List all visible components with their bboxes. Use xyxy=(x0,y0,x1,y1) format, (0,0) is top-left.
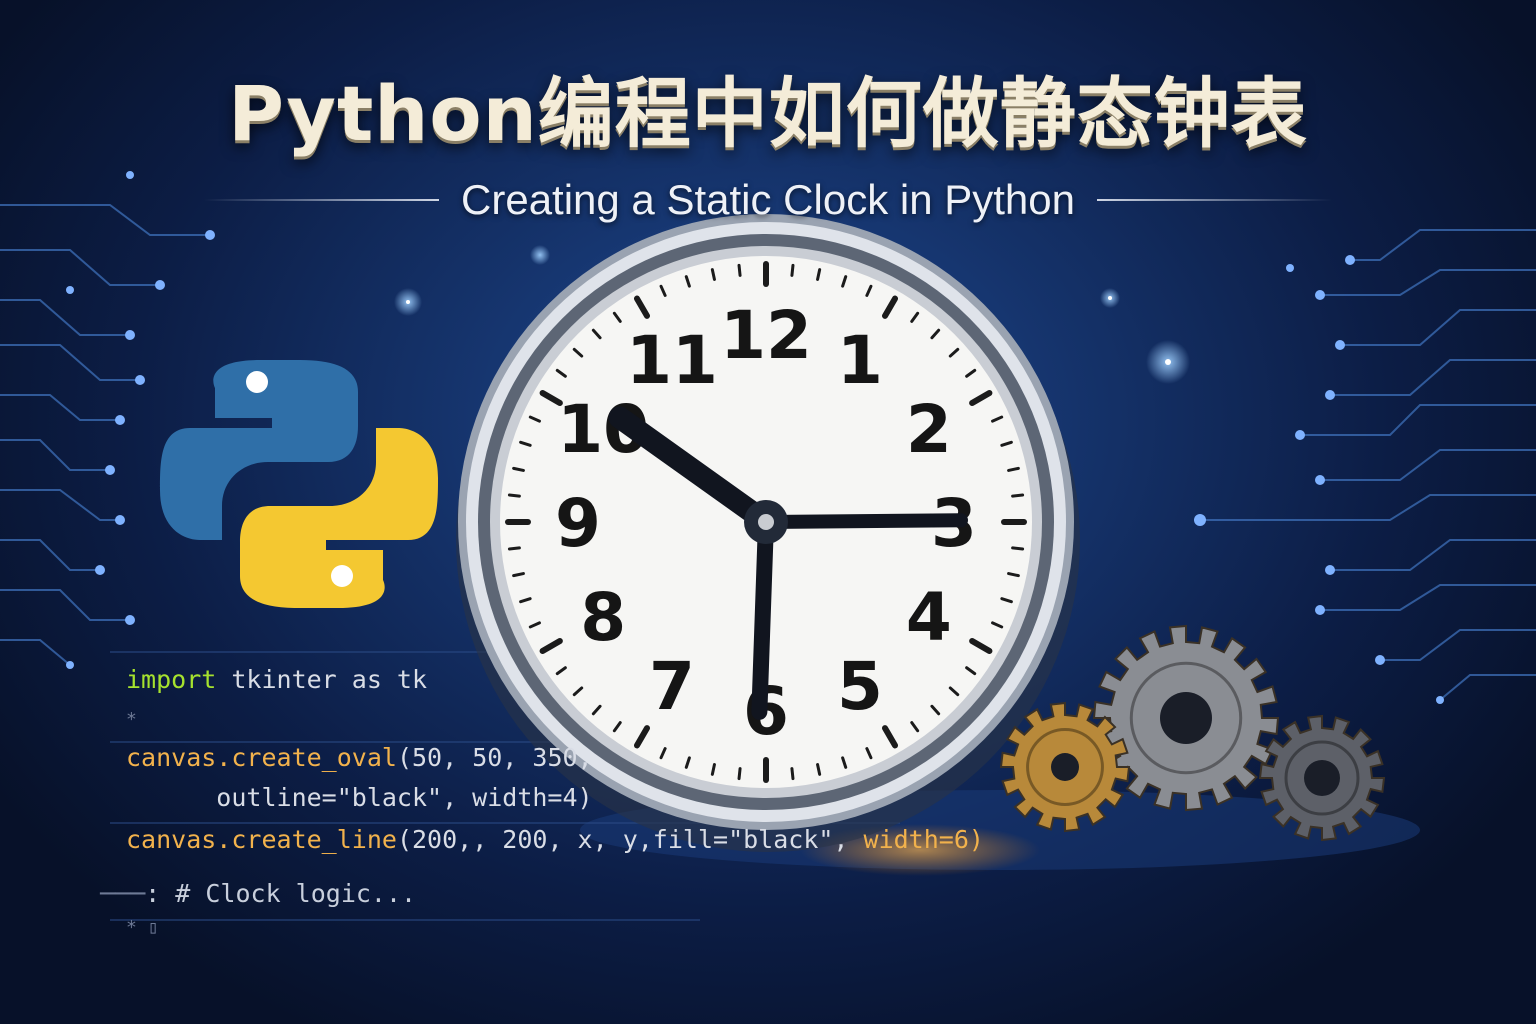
code-line: * xyxy=(126,709,137,730)
clock-numeral: 1 xyxy=(837,322,883,399)
python-logo-icon xyxy=(160,360,438,608)
minute-hand xyxy=(759,513,968,529)
page-title: Python编程中如何做静态钟表 xyxy=(228,69,1308,158)
minute-tick xyxy=(816,763,822,776)
minute-tick xyxy=(790,767,795,781)
code-line: * ▯ xyxy=(126,917,159,938)
subtitle-divider-right xyxy=(1096,199,1332,201)
minute-tick xyxy=(737,767,742,781)
minute-tick xyxy=(737,263,742,277)
clock-numeral: 11 xyxy=(626,322,718,399)
clock-numeral: 7 xyxy=(649,648,695,725)
minute-tick xyxy=(512,572,525,578)
code-line: import tkinter as tk xyxy=(126,660,427,700)
clock-numeral: 2 xyxy=(906,391,952,468)
minute-tick xyxy=(790,263,795,277)
minute-tick xyxy=(1007,572,1020,578)
code-text: (50, 50, 350, xyxy=(396,743,593,772)
clock-hub-cap xyxy=(758,514,774,530)
code-keyword: import xyxy=(126,665,217,694)
code-line: canvas.create_line(200,, 200, x, y,fill=… xyxy=(126,820,984,860)
clock-numeral: 4 xyxy=(906,579,952,656)
minute-tick xyxy=(512,466,525,472)
minute-tick xyxy=(507,493,521,498)
subtitle-divider-left xyxy=(204,199,440,201)
gear-icon xyxy=(1092,624,1280,812)
code-text: canvas. xyxy=(126,825,232,854)
circuit-lines-right xyxy=(1200,229,1536,701)
minute-tick xyxy=(1007,466,1020,472)
circuit-nodes-right xyxy=(1194,255,1444,704)
code-function: create_line xyxy=(231,825,397,854)
code-function: canvas.create_oval xyxy=(126,743,397,772)
code-text: width=6) xyxy=(863,825,984,854)
clock-numeral: 12 xyxy=(720,297,812,374)
minute-tick xyxy=(710,268,716,281)
code-dash: ─── xyxy=(100,879,146,908)
clock-numeral: 8 xyxy=(580,579,626,656)
code-line: canvas.create_oval(50, 50, 350, xyxy=(126,738,593,778)
clock-numeral: 9 xyxy=(555,485,601,562)
second-hand xyxy=(751,514,774,720)
minute-tick xyxy=(1011,493,1025,498)
subtitle-row: Creating a Static Clock in Python xyxy=(0,172,1536,228)
minute-tick xyxy=(710,763,716,776)
code-line: outline="black", width=4) xyxy=(126,783,593,812)
minute-tick xyxy=(507,546,521,551)
banner: 121234567891011 Python编程中如何做静态钟表 Creatin… xyxy=(0,0,1536,1024)
clock-numeral: 5 xyxy=(837,648,883,725)
code-comment: : # Clock logic... xyxy=(145,879,417,908)
code-text: tkinter as tk xyxy=(216,665,428,694)
minute-tick xyxy=(1011,546,1025,551)
code-text: (200,, 200, x, y,fill="black", xyxy=(396,825,864,854)
minute-tick xyxy=(816,268,822,281)
subtitle: Creating a Static Clock in Python xyxy=(461,176,1075,223)
